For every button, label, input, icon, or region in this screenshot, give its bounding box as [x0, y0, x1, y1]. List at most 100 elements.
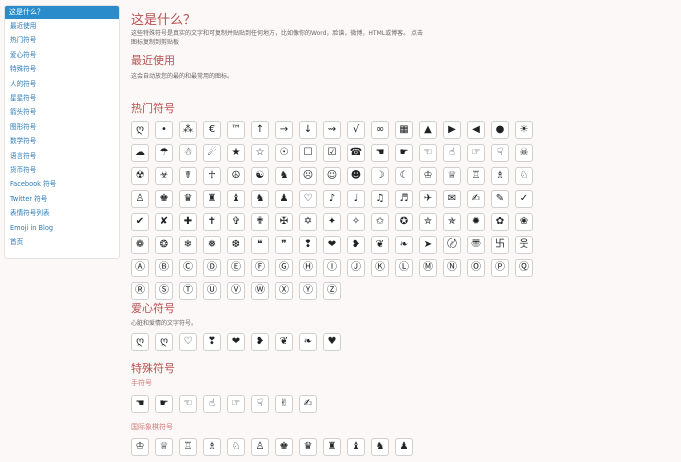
symbol-button[interactable]: Ⓕ — [251, 259, 269, 277]
symbol-button[interactable]: ✮ — [419, 213, 437, 231]
symbol-button[interactable]: ღ — [155, 333, 173, 351]
symbol-button[interactable]: ❄ — [179, 236, 197, 254]
symbol-button[interactable]: ☤ — [179, 167, 197, 185]
symbol-button[interactable]: ✌ — [275, 395, 293, 413]
symbol-button[interactable]: ♘ — [515, 167, 533, 185]
symbol-button[interactable]: ☹ — [299, 167, 317, 185]
symbol-button[interactable]: ☢ — [131, 167, 149, 185]
symbol-button[interactable]: ♙ — [131, 190, 149, 208]
symbol-button[interactable]: ♝ — [347, 438, 365, 456]
symbol-button[interactable]: 〄 — [443, 236, 461, 254]
symbol-button[interactable]: ✞ — [227, 213, 245, 231]
symbol-button[interactable]: ♕ — [155, 438, 173, 456]
symbol-button[interactable]: ♗ — [203, 438, 221, 456]
symbol-button[interactable]: ☞ — [227, 395, 245, 413]
symbol-button[interactable]: Ⓐ — [131, 259, 149, 277]
symbol-button[interactable]: ✍ — [467, 190, 485, 208]
symbol-button[interactable]: ♪ — [323, 190, 341, 208]
symbol-button[interactable]: Ⓝ — [443, 259, 461, 277]
symbol-button[interactable]: ❝ — [251, 236, 269, 254]
symbol-button[interactable]: ❥ — [251, 333, 269, 351]
symbol-button[interactable]: ❤ — [227, 333, 245, 351]
symbol-button[interactable]: ☛ — [155, 395, 173, 413]
symbol-button[interactable]: 〠 — [467, 236, 485, 254]
sidebar-item-hot[interactable]: 热门符号 — [5, 33, 119, 47]
sidebar-item-love[interactable]: 爱心符号 — [5, 48, 119, 62]
symbol-button[interactable]: ♖ — [467, 167, 485, 185]
symbol-button[interactable]: 卐 — [491, 236, 509, 254]
symbol-button[interactable]: √ — [347, 121, 365, 139]
sidebar-item-math[interactable]: 数学符号 — [5, 134, 119, 148]
symbol-button[interactable]: ♔ — [419, 167, 437, 185]
symbol-button[interactable]: ☑ — [323, 144, 341, 162]
symbol-button[interactable]: • — [155, 121, 173, 139]
symbol-button[interactable]: ↓ — [299, 121, 317, 139]
symbol-button[interactable]: ✈ — [419, 190, 437, 208]
symbol-button[interactable]: 웃 — [515, 236, 533, 254]
symbol-button[interactable]: ☆ — [251, 144, 269, 162]
symbol-button[interactable]: ☁ — [131, 144, 149, 162]
symbol-button[interactable]: ☟ — [491, 144, 509, 162]
symbol-button[interactable]: ♛ — [179, 190, 197, 208]
symbol-button[interactable]: Ⓙ — [347, 259, 365, 277]
symbol-button[interactable]: ❆ — [227, 236, 245, 254]
symbol-button[interactable]: ☞ — [467, 144, 485, 162]
symbol-button[interactable]: ♔ — [131, 438, 149, 456]
symbol-button[interactable]: ★ — [227, 144, 245, 162]
symbol-button[interactable]: ♗ — [491, 167, 509, 185]
symbol-button[interactable]: Ⓨ — [299, 282, 317, 300]
symbol-button[interactable]: ✧ — [347, 213, 365, 231]
symbol-button[interactable]: Ⓒ — [179, 259, 197, 277]
symbol-button[interactable]: ☃ — [179, 144, 197, 162]
symbol-button[interactable]: Ⓠ — [515, 259, 533, 277]
sidebar-item-currency[interactable]: 货币符号 — [5, 163, 119, 177]
symbol-button[interactable]: ღ — [131, 121, 149, 139]
symbol-button[interactable]: Ⓢ — [155, 282, 173, 300]
symbol-button[interactable]: Ⓦ — [251, 282, 269, 300]
symbol-button[interactable]: Ⓞ — [467, 259, 485, 277]
symbol-button[interactable]: ✯ — [443, 213, 461, 231]
symbol-button[interactable]: ☠ — [515, 144, 533, 162]
symbol-button[interactable]: ™ — [227, 121, 245, 139]
symbol-button[interactable]: ♚ — [155, 190, 173, 208]
symbol-button[interactable]: Ⓚ — [371, 259, 389, 277]
symbol-button[interactable]: ♥ — [323, 333, 341, 351]
symbol-button[interactable]: ☜ — [179, 395, 197, 413]
symbol-button[interactable]: Ⓣ — [179, 282, 197, 300]
symbol-button[interactable]: ✝ — [203, 213, 221, 231]
symbol-button[interactable]: ☟ — [251, 395, 269, 413]
symbol-button[interactable]: Ⓤ — [203, 282, 221, 300]
symbol-button[interactable]: ♜ — [203, 190, 221, 208]
symbol-button[interactable]: ☾ — [395, 167, 413, 185]
symbol-button[interactable]: ❧ — [299, 333, 317, 351]
symbol-button[interactable]: ☐ — [299, 144, 317, 162]
symbol-button[interactable]: ✪ — [395, 213, 413, 231]
symbol-button[interactable]: Ⓗ — [299, 259, 317, 277]
sidebar-item-emoji-list[interactable]: 表情符号列表 — [5, 206, 119, 220]
sidebar-item-recent[interactable]: 最近使用 — [5, 19, 119, 33]
symbol-button[interactable]: ◀ — [467, 121, 485, 139]
symbol-button[interactable]: Ⓜ — [419, 259, 437, 277]
symbol-button[interactable]: Ⓘ — [323, 259, 341, 277]
sidebar-item-language[interactable]: 语言符号 — [5, 149, 119, 163]
symbol-button[interactable]: ღ — [131, 333, 149, 351]
sidebar-item-home[interactable]: 首页 — [5, 235, 119, 249]
symbol-button[interactable]: ♡ — [299, 190, 317, 208]
symbol-button[interactable]: ❦ — [275, 333, 293, 351]
symbol-button[interactable]: Ⓧ — [275, 282, 293, 300]
symbol-button[interactable]: ❅ — [203, 236, 221, 254]
symbol-button[interactable]: ♬ — [395, 190, 413, 208]
symbol-button[interactable]: ♚ — [275, 438, 293, 456]
symbol-button[interactable]: ✘ — [155, 213, 173, 231]
symbol-button[interactable]: ❀ — [515, 213, 533, 231]
symbol-button[interactable]: ❦ — [371, 236, 389, 254]
symbol-button[interactable]: ✹ — [467, 213, 485, 231]
symbol-button[interactable]: ❂ — [155, 236, 173, 254]
symbol-button[interactable]: ☣ — [155, 167, 173, 185]
symbol-button[interactable]: Ⓡ — [131, 282, 149, 300]
symbol-button[interactable]: Ⓑ — [155, 259, 173, 277]
symbol-button[interactable]: ⇝ — [323, 121, 341, 139]
symbol-button[interactable]: ✔ — [131, 213, 149, 231]
symbol-button[interactable]: Ⓩ — [323, 282, 341, 300]
symbol-button[interactable]: ❣ — [203, 333, 221, 351]
